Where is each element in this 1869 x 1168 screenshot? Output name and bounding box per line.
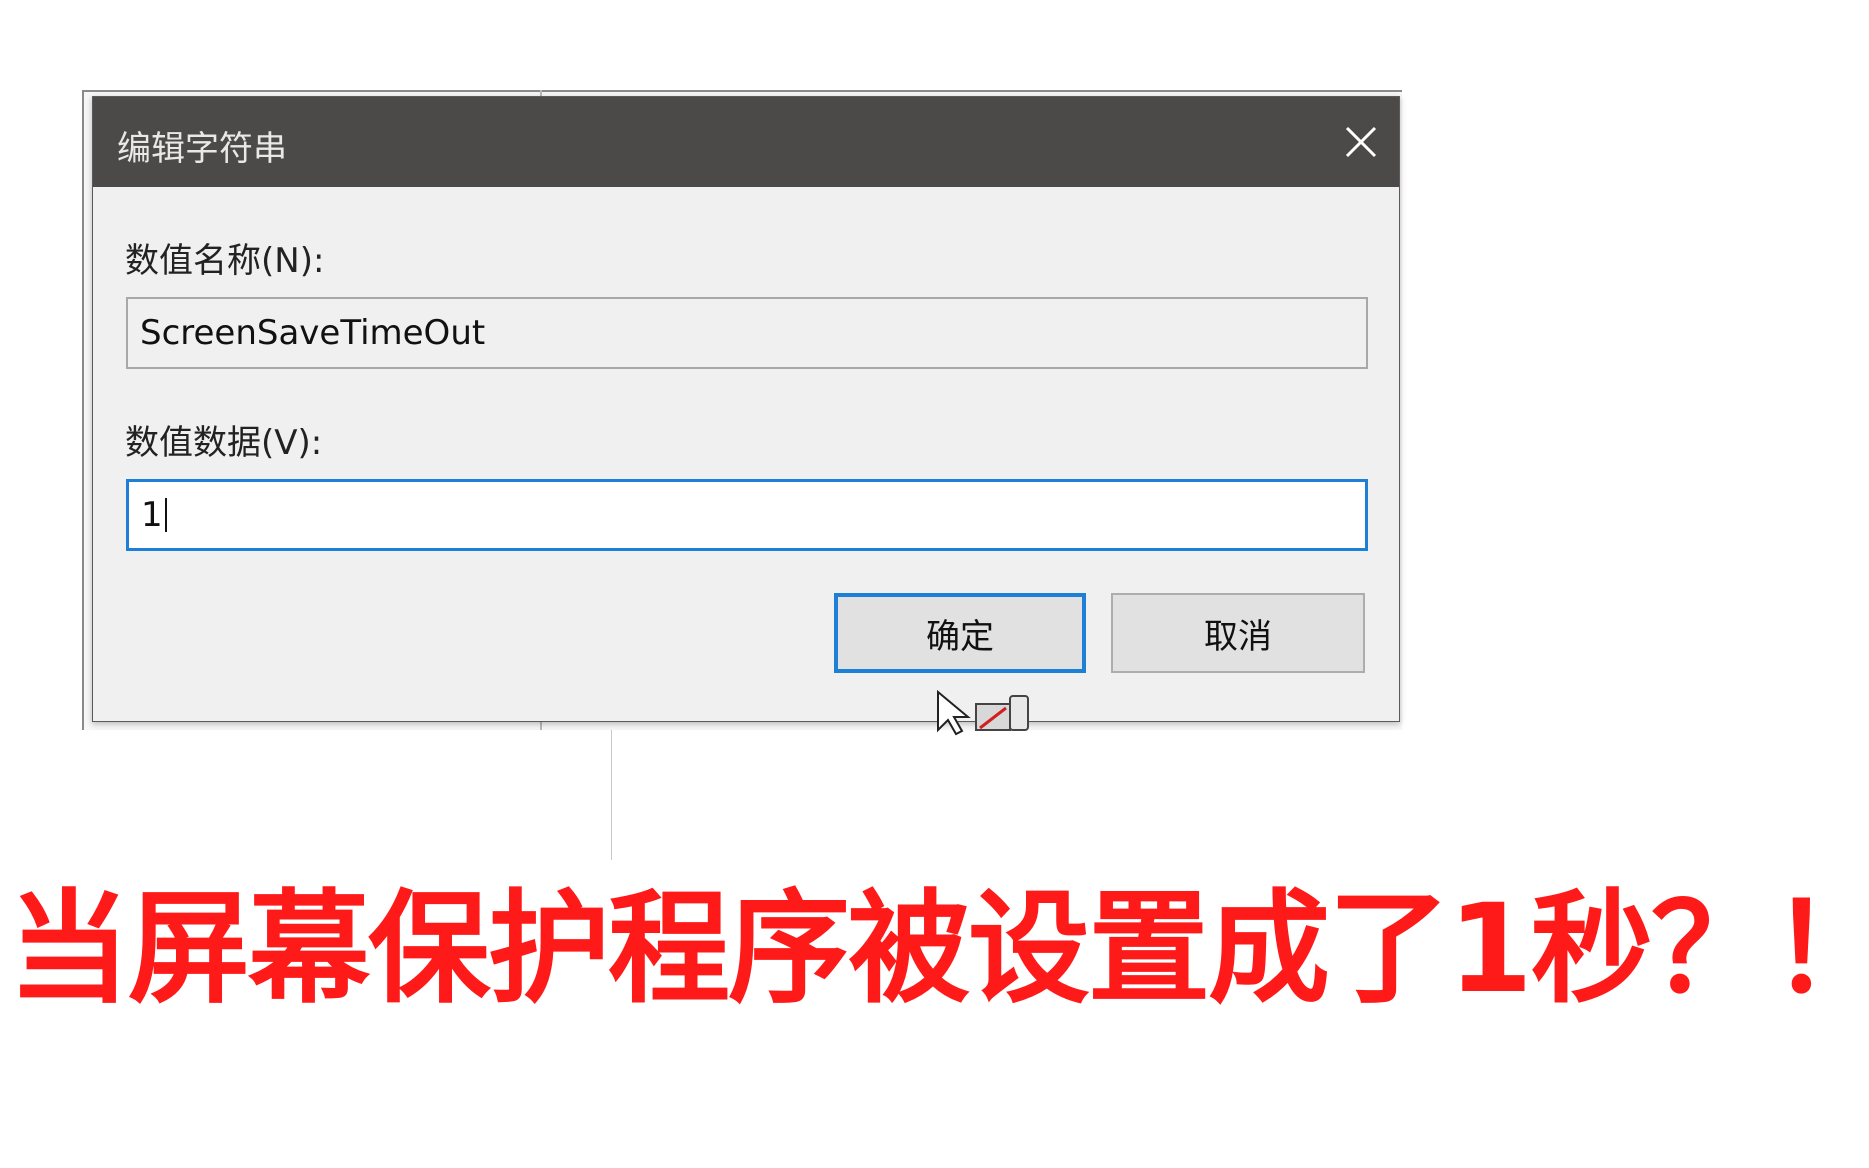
caption-text: 当屏幕保护程序被设置成了1秒？！: [8, 878, 1869, 1020]
ok-button[interactable]: 确定: [834, 593, 1086, 673]
close-icon: [1345, 126, 1377, 158]
dialog-title: 编辑字符串: [117, 129, 287, 169]
value-data-text: 1: [141, 495, 163, 535]
value-data-label: 数值数据(V):: [125, 423, 323, 463]
text-caret: [164, 498, 167, 532]
edit-string-dialog: 编辑字符串 数值名称(N): ScreenSaveTimeOut 数值数据(V)…: [92, 96, 1400, 722]
cancel-button[interactable]: 取消: [1111, 593, 1365, 673]
close-button[interactable]: [1323, 97, 1399, 187]
value-data-input[interactable]: 1: [126, 479, 1368, 551]
screen: 编辑字符串 数值名称(N): ScreenSaveTimeOut 数值数据(V)…: [0, 0, 1869, 1168]
mouse-pointer-icon: [937, 690, 1029, 736]
background-line: [611, 730, 612, 860]
value-name-field[interactable]: ScreenSaveTimeOut: [126, 297, 1368, 369]
value-name-text: ScreenSaveTimeOut: [140, 313, 486, 353]
dialog-titlebar[interactable]: 编辑字符串: [93, 97, 1399, 187]
value-name-label: 数值名称(N):: [125, 241, 325, 281]
